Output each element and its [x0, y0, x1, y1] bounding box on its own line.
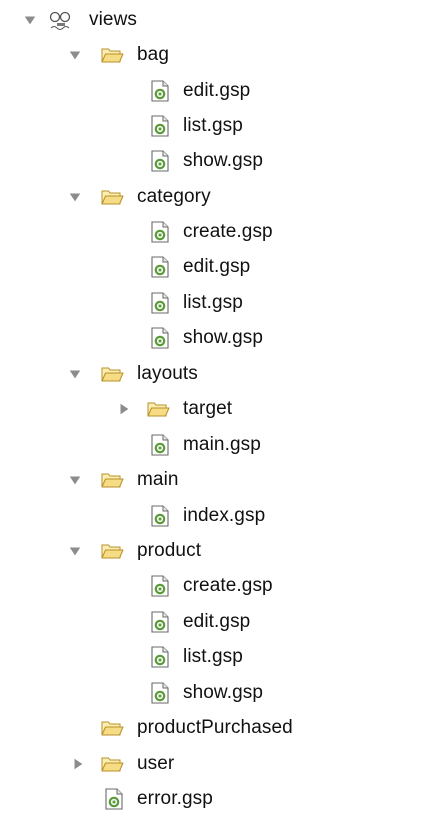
folder-icon [100, 468, 124, 492]
tree-label: edit.gsp [183, 611, 251, 632]
tree-row-file[interactable]: main.gsp [0, 431, 436, 459]
gsp-file-icon [102, 787, 126, 811]
tree-row-file[interactable]: edit.gsp [0, 608, 436, 636]
tree-label: show.gsp [183, 327, 264, 348]
tree-row-file[interactable]: edit.gsp [0, 253, 436, 281]
expand-toggle-target[interactable] [116, 400, 132, 418]
tree-label: productPurchased [137, 717, 293, 738]
expand-toggle-product[interactable] [67, 542, 83, 560]
gsp-file-icon [148, 326, 172, 350]
expand-toggle-category[interactable] [67, 188, 83, 206]
tree-label: user [137, 753, 175, 774]
tree-row-file[interactable]: show.gsp [0, 147, 436, 175]
folder-icon [100, 539, 124, 563]
tree-row-product[interactable]: product [0, 537, 436, 565]
tree-label: main [137, 469, 179, 490]
tree-row-productPurchased[interactable]: productPurchased [0, 714, 436, 742]
tree-row-file[interactable]: show.gsp [0, 324, 436, 352]
gsp-file-icon [148, 574, 172, 598]
tree-row-bag[interactable]: bag [0, 41, 436, 69]
folder-icon [100, 752, 124, 776]
views-tree: views bag edit.gsp list.gsp show.gsp cat… [0, 0, 436, 817]
tree-label: create.gsp [183, 575, 273, 596]
tree-label: show.gsp [183, 682, 264, 703]
tree-label: layouts [137, 363, 198, 384]
tree-label: list.gsp [183, 115, 243, 136]
gsp-file-icon [148, 79, 172, 103]
expand-toggle-main[interactable] [67, 471, 83, 489]
tree-row-views[interactable]: views [0, 6, 436, 34]
tree-row-target[interactable]: target [0, 395, 436, 423]
tree-label: error.gsp [137, 788, 213, 809]
gsp-file-icon [148, 681, 172, 705]
gsp-file-icon [148, 610, 172, 634]
views-icon [48, 8, 72, 32]
tree-row-file[interactable]: list.gsp [0, 289, 436, 317]
tree-label: target [183, 398, 233, 419]
tree-label: create.gsp [183, 221, 273, 242]
gsp-file-icon [148, 149, 172, 173]
tree-label: show.gsp [183, 150, 264, 171]
tree-row-file[interactable]: error.gsp [0, 785, 436, 813]
tree-row-category[interactable]: category [0, 183, 436, 211]
expand-toggle-views[interactable] [22, 11, 38, 29]
expand-toggle-bag[interactable] [67, 46, 83, 64]
tree-label: main.gsp [183, 434, 261, 455]
tree-row-file[interactable]: create.gsp [0, 572, 436, 600]
expand-toggle-user[interactable] [70, 755, 86, 773]
gsp-file-icon [148, 504, 172, 528]
gsp-file-icon [148, 645, 172, 669]
folder-icon [146, 397, 170, 421]
tree-row-main[interactable]: main [0, 466, 436, 494]
tree-label: list.gsp [183, 646, 243, 667]
tree-row-file[interactable]: list.gsp [0, 643, 436, 671]
tree-row-file[interactable]: list.gsp [0, 112, 436, 140]
tree-row-file[interactable]: index.gsp [0, 502, 436, 530]
folder-icon [100, 362, 124, 386]
gsp-file-icon [148, 114, 172, 138]
gsp-file-icon [148, 291, 172, 315]
tree-row-file[interactable]: create.gsp [0, 218, 436, 246]
tree-row-file[interactable]: show.gsp [0, 679, 436, 707]
tree-label: product [137, 540, 202, 561]
tree-label: views [89, 9, 138, 30]
tree-label: index.gsp [183, 505, 266, 526]
tree-label: list.gsp [183, 292, 243, 313]
tree-label: edit.gsp [183, 256, 251, 277]
tree-label: edit.gsp [183, 80, 251, 101]
tree-row-layouts[interactable]: layouts [0, 360, 436, 388]
gsp-file-icon [148, 255, 172, 279]
folder-icon [100, 185, 124, 209]
gsp-file-icon [148, 220, 172, 244]
tree-row-user[interactable]: user [0, 750, 436, 778]
tree-label: category [137, 186, 211, 207]
expand-toggle-layouts[interactable] [67, 365, 83, 383]
gsp-file-icon [148, 433, 172, 457]
folder-icon [100, 716, 124, 740]
tree-label: bag [137, 44, 170, 65]
tree-row-file[interactable]: edit.gsp [0, 77, 436, 105]
folder-icon [100, 43, 124, 67]
